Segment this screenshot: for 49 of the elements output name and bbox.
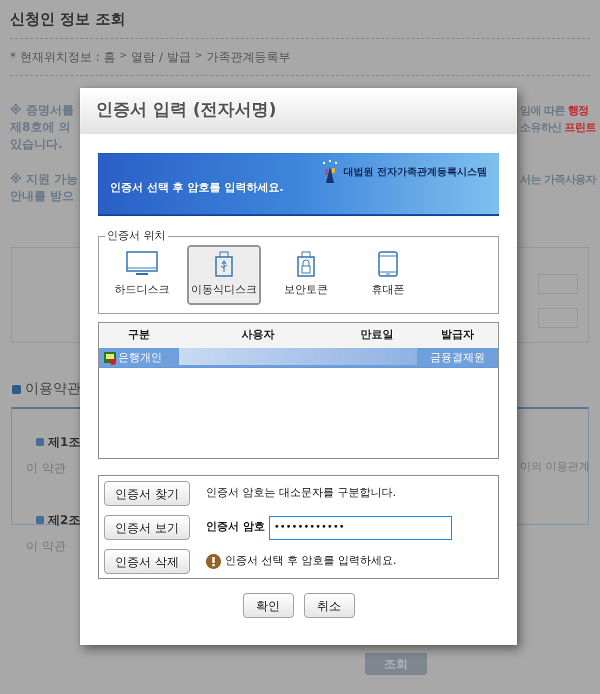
notice-highlight: 프린트 (564, 120, 596, 136)
password-label: 인증서 암호 (206, 519, 265, 536)
banner-message: 인증서 선택 후 암호를 입력하세요. (110, 180, 284, 196)
bullet-icon (36, 438, 44, 446)
notice-text: 제8호에 의 (10, 119, 72, 136)
location-tab[interactable]: 휴대폰 (351, 244, 425, 304)
dialog-button[interactable]: 확인 (242, 593, 294, 618)
dialog-button[interactable]: 취소 (304, 593, 354, 618)
section-heading: 이용약관 (25, 380, 81, 398)
notice-text: 임에 따른 (520, 103, 565, 119)
column-header: 구분 (127, 327, 151, 344)
column-header: 발급자 (440, 327, 475, 344)
breadcrumb-separator: > (194, 50, 202, 64)
column-header: 사용자 (240, 327, 276, 344)
notice-text: 있습니다. (10, 136, 64, 153)
column-header: 만료일 (360, 327, 394, 344)
tablet-icon (378, 250, 398, 277)
table-cell-text: 금융결제원 (429, 350, 486, 366)
notice-text: ※ 지원 가능 (10, 171, 78, 188)
password-field[interactable]: •••••••••••• (268, 516, 452, 540)
page-title: 신청인 정보 조회 (10, 9, 126, 30)
certificate-button[interactable]: 인증서 보기 (104, 515, 190, 540)
certificate-button[interactable]: 인증서 삭제 (104, 549, 190, 574)
certificate-button[interactable]: 인증서 찾기 (104, 481, 190, 506)
warning-icon (206, 554, 221, 569)
group-legend: 인증서 위치 (105, 228, 168, 244)
case-note: 인증서 암호는 대소문자를 구분합니다. (206, 485, 396, 502)
system-name: 대법원 전자가족관계등록시스템 (344, 166, 487, 180)
bullet-icon (12, 384, 21, 394)
notice-text: ※ 증명서를 (10, 102, 74, 119)
location-tab[interactable]: 하드디스크 (105, 244, 179, 304)
article-title: 제2조 (48, 512, 80, 529)
notice-text: 서는 가족사용자 (520, 172, 598, 188)
table-cell-text: 은행개인 (118, 350, 162, 366)
notice-highlight: 행정 (568, 103, 589, 119)
bullet-icon (36, 516, 44, 524)
breadcrumb-label: * 현재위치정보 : (10, 49, 100, 66)
usb-drive-icon (215, 250, 233, 277)
notice-text: 소유하신 (520, 120, 562, 136)
padlock-drive-icon (297, 250, 315, 277)
breadcrumb-separator: > (120, 50, 128, 64)
location-tab[interactable]: 이동식디스크 (187, 244, 261, 304)
hint-text: 인증서 선택 후 암호를 입력하세요. (225, 553, 396, 570)
article-title: 제1조 (48, 434, 80, 451)
notice-text: 안내를 받으 (10, 188, 76, 205)
location-tab[interactable]: 보안토큰 (269, 244, 343, 304)
certificate-icon (104, 352, 117, 364)
monitor-icon (126, 250, 158, 277)
dialog-title: 인증서 입력 (전자서명) (96, 99, 276, 122)
